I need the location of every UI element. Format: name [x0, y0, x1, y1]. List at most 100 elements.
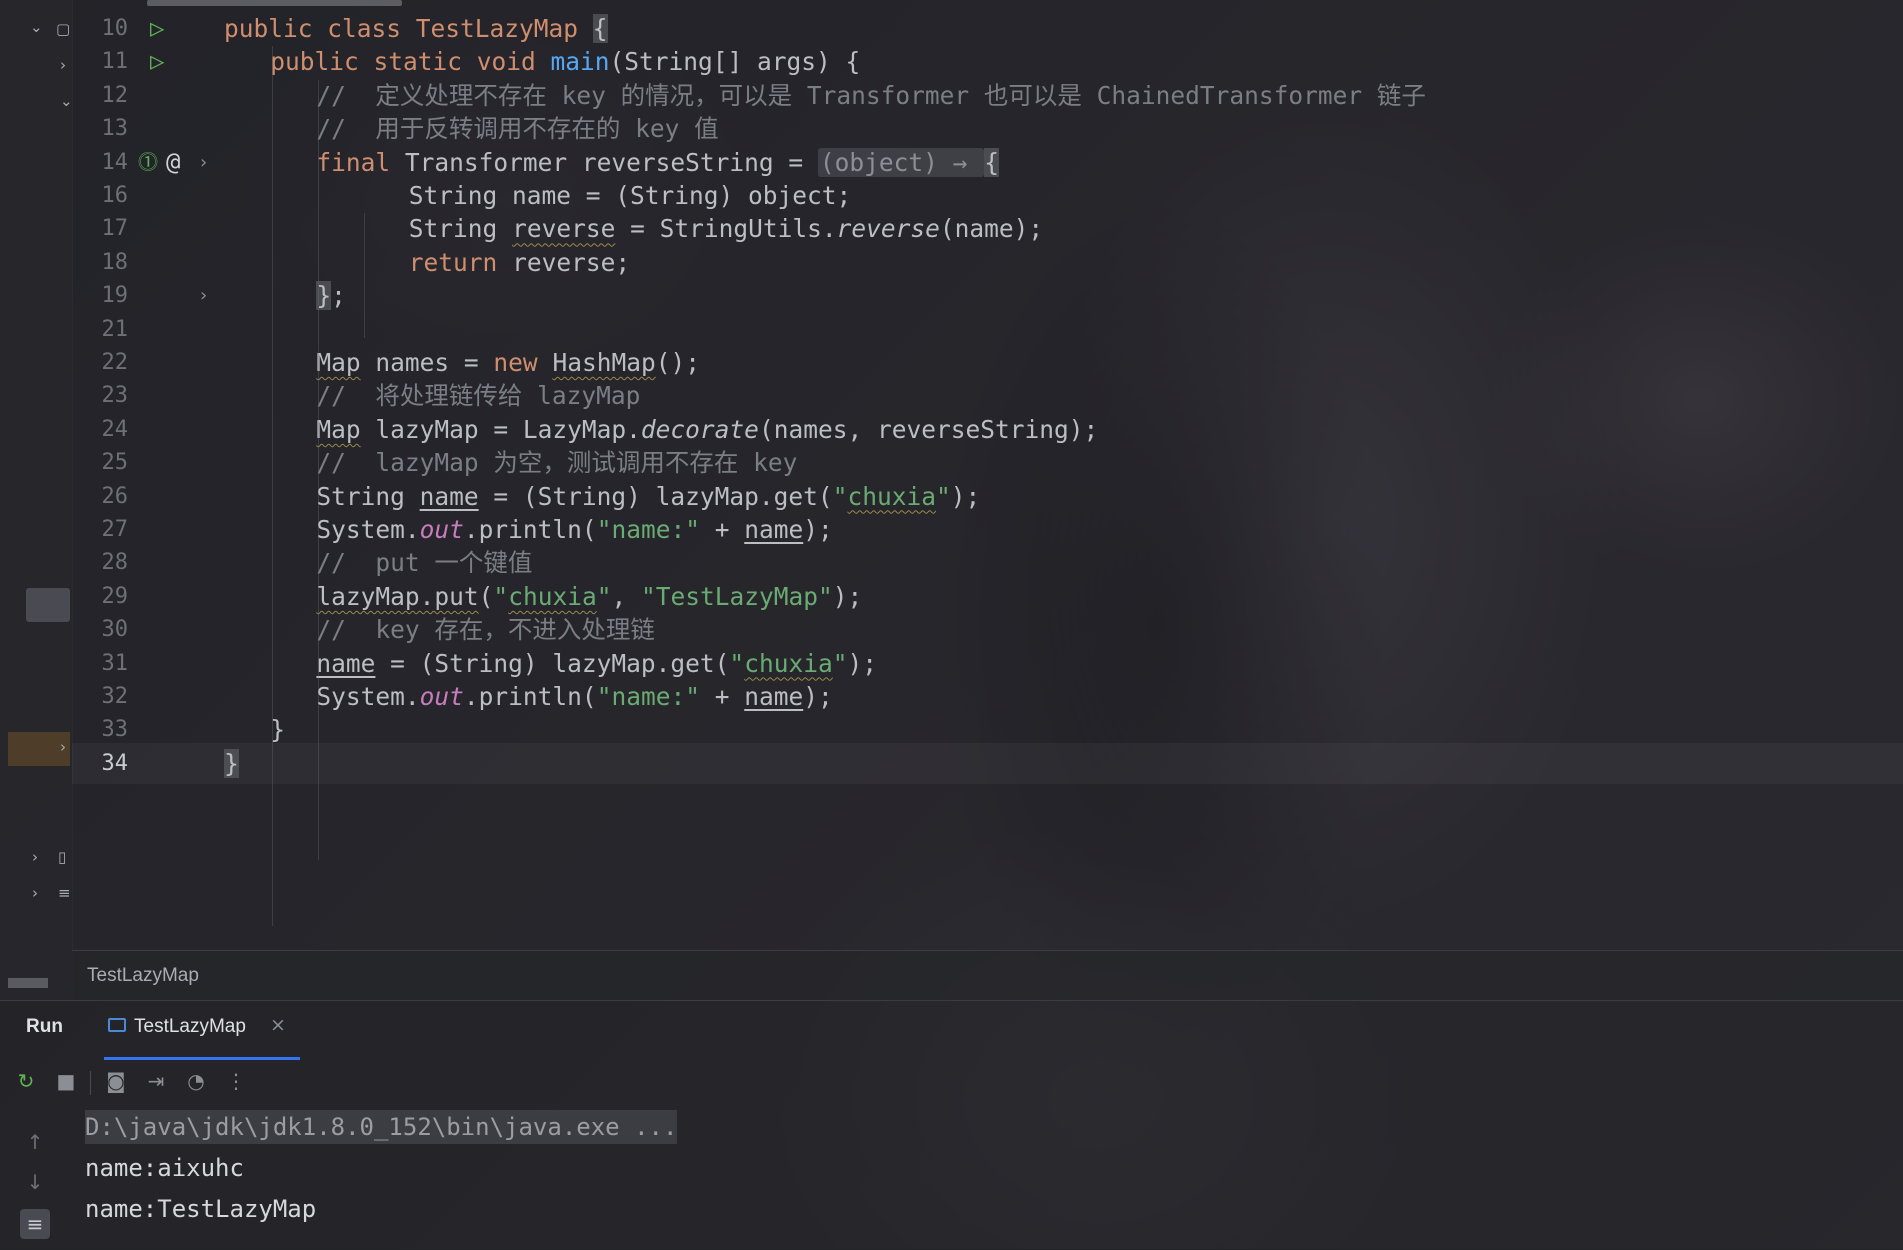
code-text[interactable]: }: [224, 743, 239, 784]
code-token: public class TestLazyMap: [224, 14, 593, 43]
code-token: HashMap: [552, 348, 656, 377]
code-token: .println(: [463, 682, 597, 711]
console-text: name:TestLazyMap: [85, 1195, 317, 1223]
code-token: ;: [331, 281, 346, 311]
code-token: String: [408, 214, 513, 244]
code-token: "name:": [596, 515, 700, 544]
code-token: reverse: [512, 214, 616, 244]
code-token: // 定义处理不存在 key 的情况，可以是 Transformer 也可以是 …: [316, 80, 1426, 110]
code-token: }: [224, 748, 239, 778]
code-token: name: [744, 515, 804, 544]
code-token: out: [419, 682, 464, 711]
code-token: );: [832, 581, 863, 611]
code-token: {: [592, 14, 608, 43]
breadcrumb-class-name[interactable]: TestLazyMap: [87, 965, 199, 987]
chevron-down-icon[interactable]: ⌄: [60, 92, 73, 110]
code-token: chuxia: [508, 581, 597, 611]
line-number[interactable]: 34: [86, 743, 129, 784]
code-token: (object) →: [817, 147, 985, 177]
code-token: reverse;: [512, 247, 631, 277]
run-panel-title: Run: [26, 1016, 63, 1037]
more-icon[interactable]: ⋮: [222, 1067, 250, 1095]
code-token: lazyMap.put: [316, 581, 479, 611]
code-token: // lazyMap 为空，测试调用不存在 key: [316, 448, 798, 478]
code-token: public static void: [270, 47, 551, 77]
code-token: // put 一个键值: [316, 548, 533, 578]
console-output-line[interactable]: name:aixuhc: [85, 1148, 1885, 1189]
console-output[interactable]: D:\java\jdk\jdk1.8.0_152\bin\java.exe ..…: [85, 1107, 1885, 1230]
code-token: Transformer reverseString =: [404, 147, 818, 177]
code-token: reverse: [836, 214, 940, 244]
code-token: // 用于反转调用不存在的 key 值: [316, 114, 719, 144]
code-token: return: [408, 247, 513, 277]
code-token: {: [984, 147, 999, 177]
console-text: D:\java\jdk\jdk1.8.0_152\bin\java.exe ..…: [85, 1110, 678, 1144]
code-token: decorate: [640, 414, 759, 444]
chevron-right-icon[interactable]: ›: [60, 738, 66, 756]
code-token: System.: [316, 682, 420, 711]
code-token: );: [803, 515, 833, 544]
code-token: = (String) lazyMap.get(: [375, 648, 730, 678]
code-token: );: [847, 648, 877, 678]
chevron-right-icon[interactable]: ›: [32, 848, 38, 866]
code-token: ": [832, 481, 848, 511]
code-token: main: [550, 47, 610, 77]
stop-icon[interactable]: ■: [52, 1067, 80, 1095]
code-token: ": [493, 581, 509, 611]
chevron-right-icon[interactable]: ›: [32, 884, 38, 902]
project-tree-strip: ⌄ ▢ › ⌄ › › ▯ › ≡: [0, 0, 73, 1000]
code-line[interactable]: 34}: [72, 742, 1903, 784]
chevron-down-icon[interactable]: ⌄: [30, 18, 43, 36]
console-text: name:aixuhc: [85, 1154, 244, 1182]
code-token: (String[] args) {: [609, 47, 861, 77]
code-token: (: [478, 581, 494, 611]
code-token: String name = (String) object;: [408, 181, 852, 210]
code-token: name: [316, 648, 376, 678]
code-token: lazyMap = LazyMap.: [360, 414, 641, 444]
code-editor[interactable]: 10 ▷ public class TestLazyMap {11 ▷ public s…: [72, 0, 1903, 950]
export-icon[interactable]: ⇥: [142, 1067, 170, 1095]
indent-guide: [364, 213, 365, 338]
code-token: Map: [316, 348, 361, 377]
code-token: chuxia: [744, 648, 833, 678]
code-token: ,: [611, 581, 641, 611]
arrow-up-icon[interactable]: ↑: [20, 1127, 50, 1157]
code-token: final: [316, 147, 405, 177]
tab-label: TestLazyMap: [134, 1016, 246, 1037]
console-icon: [108, 1018, 126, 1032]
code-token: );: [950, 481, 981, 511]
console-output-line[interactable]: name:TestLazyMap: [85, 1189, 1885, 1230]
run-toolbar: ↻ ■ ◙ ⇥ ◔ ⋮: [0, 1057, 1903, 1107]
code-token: = (String) lazyMap.get(: [478, 481, 833, 511]
indent-guide: [272, 46, 273, 926]
code-token: = StringUtils.: [615, 214, 837, 244]
indent-guide: [318, 80, 319, 860]
soft-wrap-icon[interactable]: ≡: [20, 1209, 50, 1239]
code-token: (name);: [939, 214, 1044, 244]
code-token: .println(: [463, 515, 597, 544]
screenshot-icon[interactable]: ◙: [102, 1067, 130, 1095]
arrow-down-icon[interactable]: ↓: [20, 1167, 50, 1197]
code-token: "TestLazyMap": [640, 581, 833, 611]
chevron-right-icon[interactable]: ›: [60, 56, 66, 74]
code-token: +: [699, 515, 745, 544]
list-icon: ≡: [58, 884, 71, 902]
tree-scrollbar[interactable]: [8, 978, 48, 988]
code-token: ": [935, 481, 951, 511]
code-token: ();: [655, 348, 700, 377]
tree-selection-highlight[interactable]: [26, 588, 70, 622]
code-token: names =: [360, 348, 494, 377]
rerun-icon[interactable]: ↻: [12, 1067, 40, 1095]
code-token: String: [316, 481, 420, 511]
code-token: +: [699, 682, 745, 711]
profiler-icon[interactable]: ◔: [182, 1067, 210, 1095]
code-token: new: [493, 348, 553, 377]
code-token: name: [419, 481, 479, 511]
library-icon: ▯: [58, 848, 67, 866]
code-token: ": [596, 581, 612, 611]
horizontal-scrollbar[interactable]: [147, 0, 402, 6]
console-command-line[interactable]: D:\java\jdk\jdk1.8.0_152\bin\java.exe ..…: [85, 1107, 1885, 1148]
toolbar-separator: [90, 1071, 91, 1095]
tab-testlazymap[interactable]: TestLazyMap ×: [104, 1001, 300, 1060]
close-icon[interactable]: ×: [270, 1014, 286, 1036]
